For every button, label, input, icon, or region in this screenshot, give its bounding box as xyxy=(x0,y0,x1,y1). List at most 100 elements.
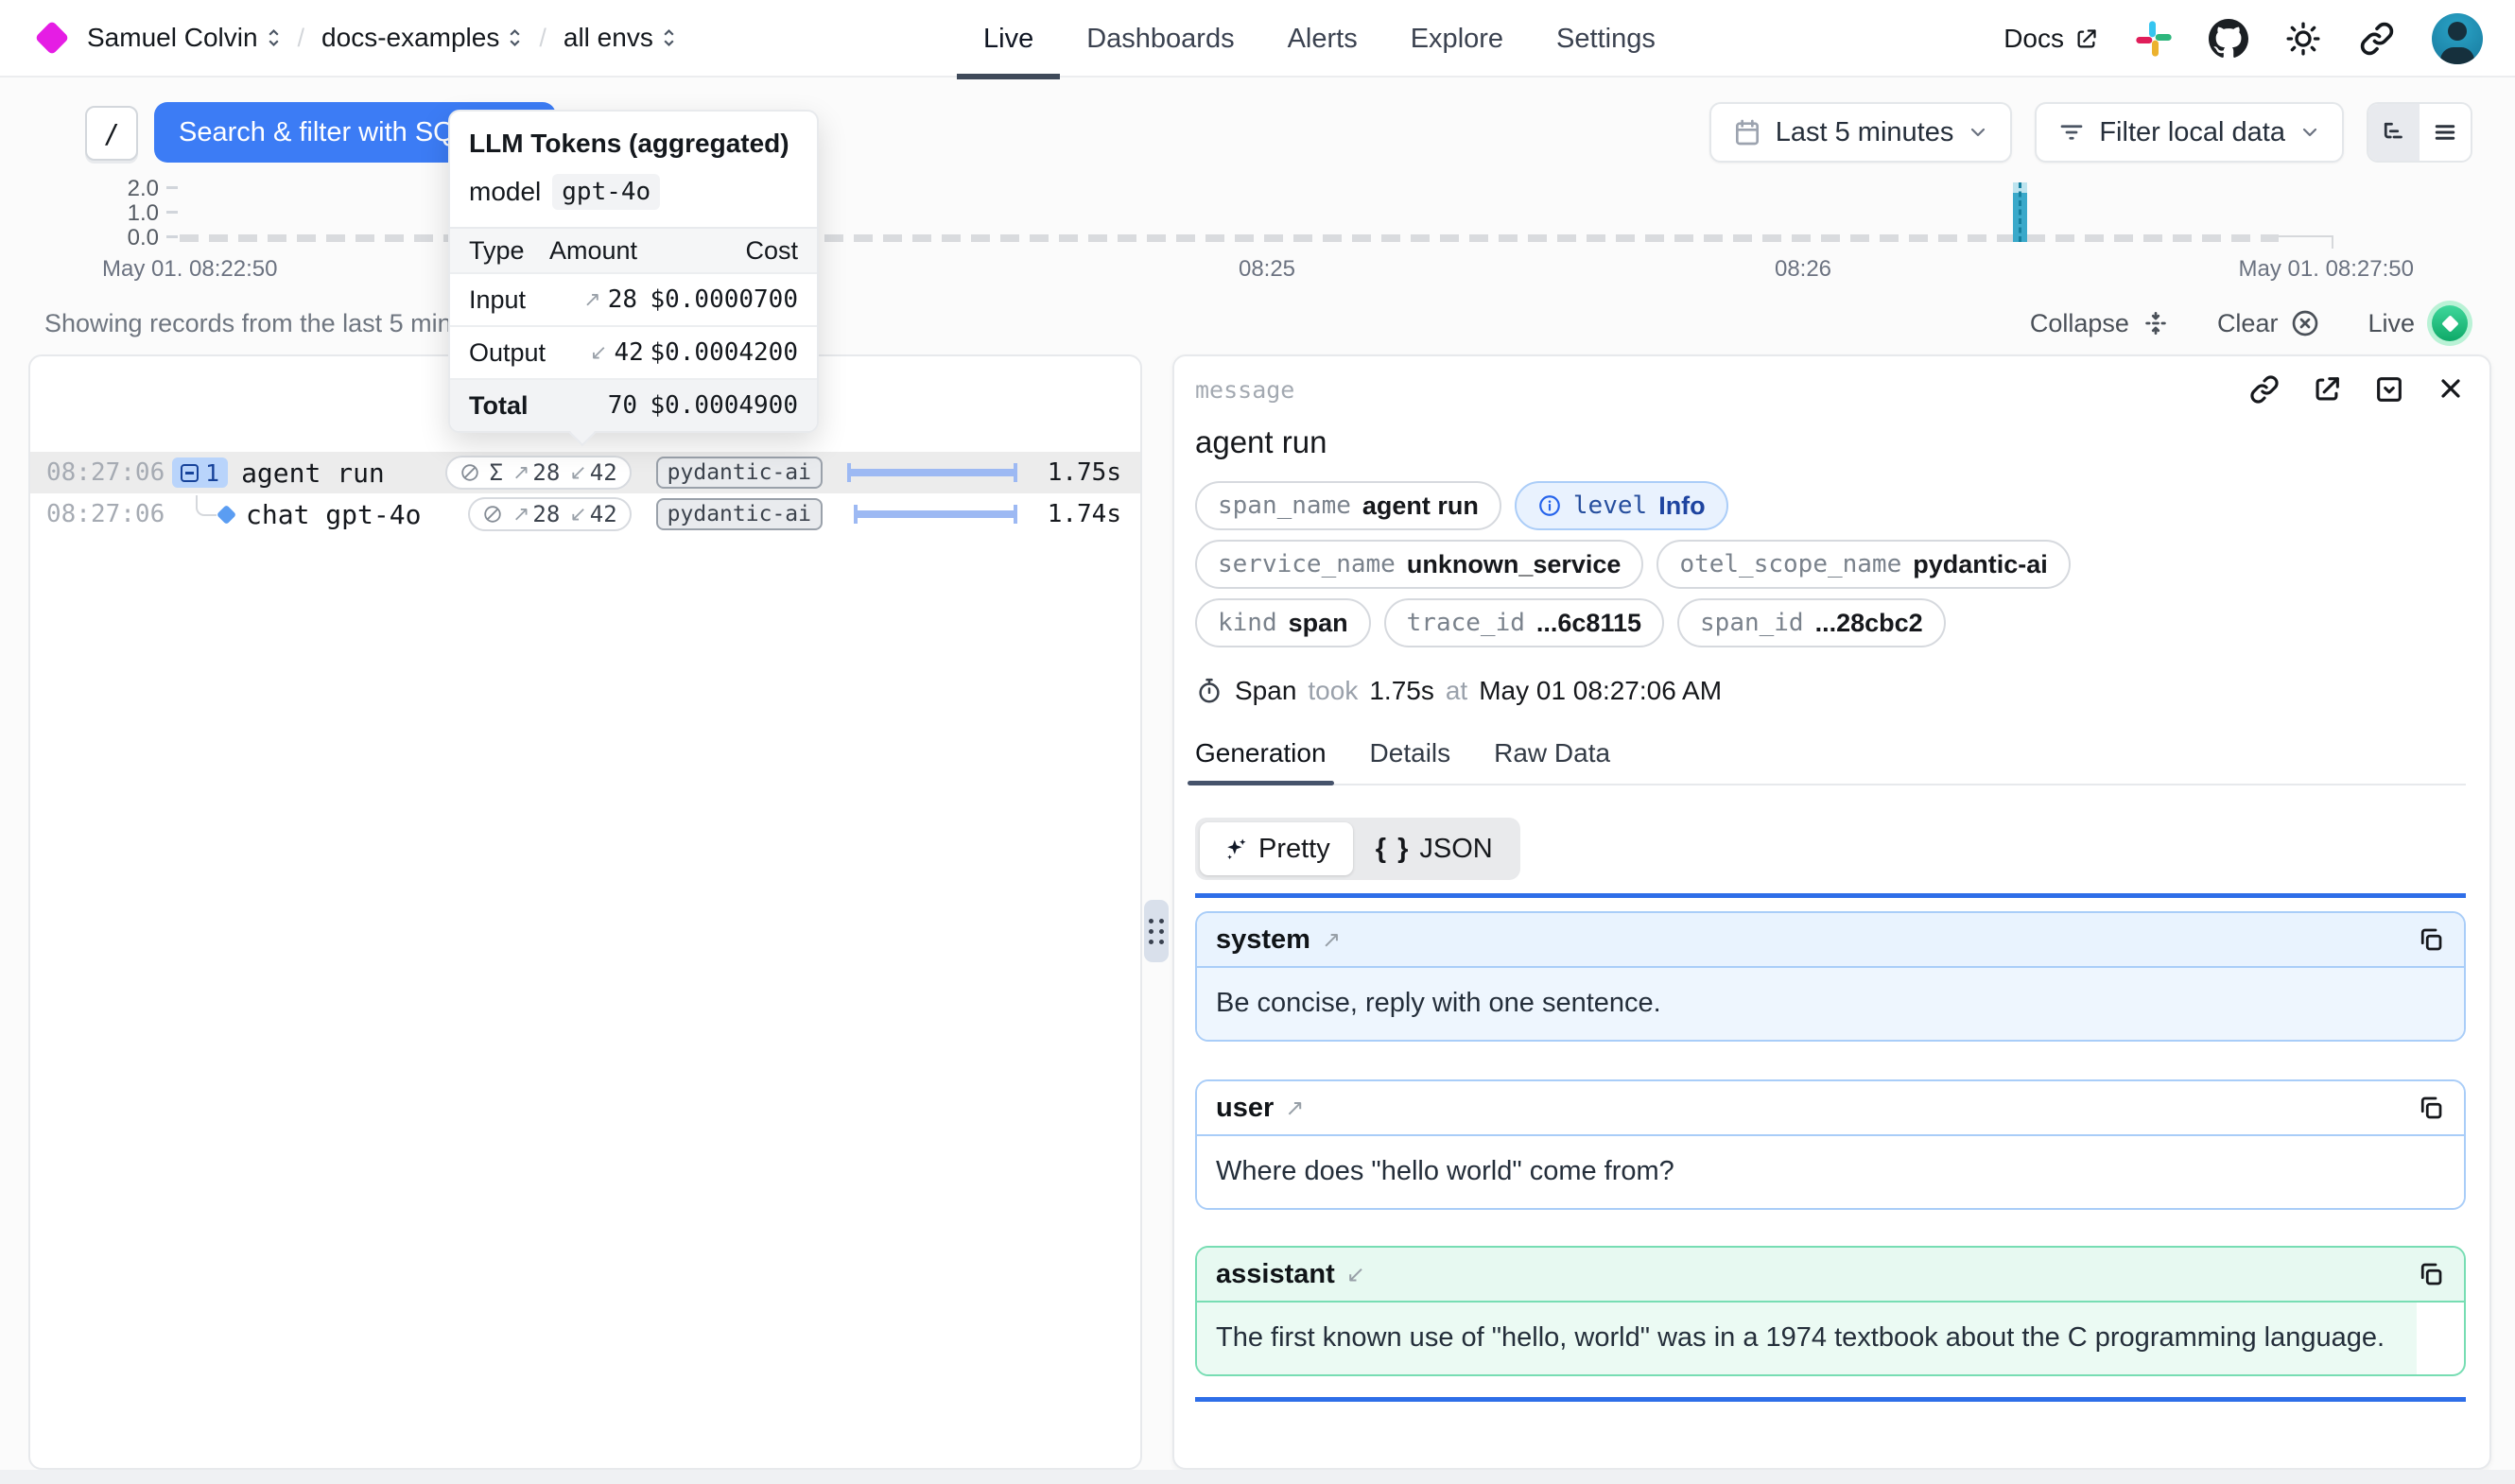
chart-bar-0827[interactable] xyxy=(2013,182,2027,242)
scope-tag[interactable]: pydantic-ai xyxy=(656,457,823,489)
collapse-node-badge[interactable]: 1 xyxy=(172,457,228,488)
user-avatar[interactable] xyxy=(2432,13,2483,64)
message-card-system: system ↗ Be concise, reply with one sent… xyxy=(1195,911,2466,1042)
docs-label: Docs xyxy=(2003,24,2064,54)
slash-shortcut-key[interactable]: / xyxy=(85,106,138,161)
json-toggle-button[interactable]: { } JSON xyxy=(1353,822,1516,875)
message-card-user: user ↗ Where does "hello world" come fro… xyxy=(1195,1079,2466,1210)
panel-resize-handle[interactable] xyxy=(1144,900,1169,962)
toolbar: / Search & filter with SQL Last 5 minute… xyxy=(0,98,2515,168)
pretty-toggle-button[interactable]: Pretty xyxy=(1200,822,1353,875)
filter-icon xyxy=(2057,118,2086,147)
toolbar-controls: Last 5 minutes Filter local data xyxy=(1709,102,2472,163)
nav-tab-dashboards[interactable]: Dashboards xyxy=(1086,0,1234,78)
tab-generation[interactable]: Generation xyxy=(1195,738,1327,784)
span-detail-panel: message agent run xyxy=(1172,354,2491,1470)
badge-service-name[interactable]: service_name unknown_service xyxy=(1195,540,1643,589)
copy-message-button[interactable] xyxy=(2417,1094,2445,1122)
scope-tag[interactable]: pydantic-ai xyxy=(656,498,823,530)
nav-tab-alerts[interactable]: Alerts xyxy=(1288,0,1358,78)
tree-view-button[interactable] xyxy=(2368,104,2420,161)
calendar-icon xyxy=(1732,117,1762,147)
chart-axis-corner xyxy=(2279,235,2333,249)
y-tick: 0.0 xyxy=(102,225,159,251)
project-selector[interactable]: docs-examples xyxy=(321,23,522,53)
input-arrow-icon: ↗ xyxy=(1285,1095,1304,1121)
dock-panel-icon[interactable] xyxy=(2373,373,2405,406)
timing-timestamp: May 01 08:27:06 AM xyxy=(1479,676,1722,706)
tooltip-row-total: Total 70 $0.0004900 xyxy=(450,378,817,431)
records-timeline-chart[interactable]: 2.0 1.0 0.0 May 01. 08:22:50 08:25 08:26… xyxy=(0,175,2515,284)
view-mode-toggle xyxy=(2367,102,2472,163)
section-divider-bottom xyxy=(1195,1397,2466,1402)
nav-tab-live[interactable]: Live xyxy=(983,0,1033,78)
stopwatch-icon xyxy=(1195,677,1223,705)
tree-connector xyxy=(196,495,217,516)
section-divider-top xyxy=(1195,893,2466,898)
docs-link[interactable]: Docs xyxy=(2003,24,2099,54)
badge-trace-id[interactable]: trace_id ...6c8115 xyxy=(1384,598,1664,647)
copy-message-button[interactable] xyxy=(2417,925,2445,954)
y-tick: 2.0 xyxy=(102,176,159,202)
output-tokens: 42 xyxy=(590,459,617,486)
badge-span-name[interactable]: span_name agent run xyxy=(1195,481,1501,530)
share-link-icon[interactable] xyxy=(2358,20,2396,58)
badge-otel-scope-name[interactable]: otel_scope_name pydantic-ai xyxy=(1656,540,2070,589)
render-mode-toggle: Pretty { } JSON xyxy=(1195,818,1520,880)
clear-circle-x-icon xyxy=(2290,308,2320,338)
breadcrumb-separator: / xyxy=(298,24,305,53)
tokens-pill[interactable]: Σ ↗28 ↙42 xyxy=(445,456,632,490)
open-external-icon[interactable] xyxy=(2311,373,2343,406)
tokens-pill[interactable]: ↗28 ↙42 xyxy=(468,497,632,531)
copy-message-button[interactable] xyxy=(2417,1260,2445,1288)
span-timing: Span took 1.75s at May 01 08:27:06 AM xyxy=(1195,676,2466,706)
nav-tab-explore[interactable]: Explore xyxy=(1411,0,1503,78)
output-tokens: 42 xyxy=(590,501,617,527)
output-arrow-icon: ↙ xyxy=(1346,1261,1365,1287)
model-value: gpt-4o xyxy=(552,174,660,210)
model-key: model xyxy=(469,177,541,207)
env-selector[interactable]: all envs xyxy=(564,23,676,53)
badge-kind[interactable]: kind span xyxy=(1195,598,1371,647)
env-name: all envs xyxy=(564,23,653,53)
clear-button[interactable]: Clear xyxy=(2217,308,2321,338)
collapse-minus-icon xyxy=(181,464,199,482)
list-view-button[interactable] xyxy=(2420,104,2471,161)
badge-span-id[interactable]: span_id ...28cbc2 xyxy=(1677,598,1946,647)
github-icon[interactable] xyxy=(2209,19,2248,59)
llm-tokens-tooltip: LLM Tokens (aggregated) model gpt-4o Typ… xyxy=(448,110,819,433)
collapse-button[interactable]: Collapse xyxy=(2030,309,2170,338)
time-range-button[interactable]: Last 5 minutes xyxy=(1709,102,2013,163)
live-toggle[interactable]: Live xyxy=(2368,301,2472,346)
main-nav: Live Dashboards Alerts Explore Settings xyxy=(983,0,1656,78)
filter-label: Filter local data xyxy=(2099,117,2285,148)
theme-sun-icon[interactable] xyxy=(2284,20,2322,58)
trace-row-agent-run[interactable]: 08:27:06 1 agent run Σ ↗28 ↙42 pyd xyxy=(30,452,1140,493)
timing-span-word: Span xyxy=(1235,676,1296,706)
input-arrow-icon: ↗ xyxy=(512,503,529,526)
badge-level[interactable]: level Info xyxy=(1515,481,1728,530)
nav-tab-settings[interactable]: Settings xyxy=(1556,0,1656,78)
close-icon[interactable] xyxy=(2436,373,2466,406)
tokens-icon xyxy=(460,462,480,483)
clear-label: Clear xyxy=(2217,309,2279,338)
span-diamond-icon xyxy=(217,504,236,524)
pretty-label: Pretty xyxy=(1258,834,1330,865)
trace-row-chat-gpt-4o[interactable]: 08:27:06 chat gpt-4o ↗28 ↙42 pydantic-ai… xyxy=(30,493,1140,535)
tab-raw-data[interactable]: Raw Data xyxy=(1494,738,1610,784)
live-toggle-button[interactable] xyxy=(2427,301,2472,346)
breadcrumb-separator: / xyxy=(539,24,546,53)
y-tick-mark xyxy=(166,186,178,189)
copy-link-icon[interactable] xyxy=(2248,373,2281,406)
span-name: chat gpt-4o xyxy=(246,499,421,530)
x-tick: 08:25 xyxy=(1239,256,1295,283)
filter-local-data-button[interactable]: Filter local data xyxy=(2035,102,2344,163)
detail-tabs: Generation Details Raw Data xyxy=(1195,738,2466,785)
tab-details[interactable]: Details xyxy=(1370,738,1451,784)
timing-duration: 1.75s xyxy=(1369,676,1434,706)
slack-icon[interactable] xyxy=(2135,20,2173,58)
org-selector[interactable]: Samuel Colvin xyxy=(87,23,281,53)
tokens-icon xyxy=(482,504,503,525)
message-role: system xyxy=(1216,924,1310,956)
braces-icon: { } xyxy=(1376,834,1411,865)
